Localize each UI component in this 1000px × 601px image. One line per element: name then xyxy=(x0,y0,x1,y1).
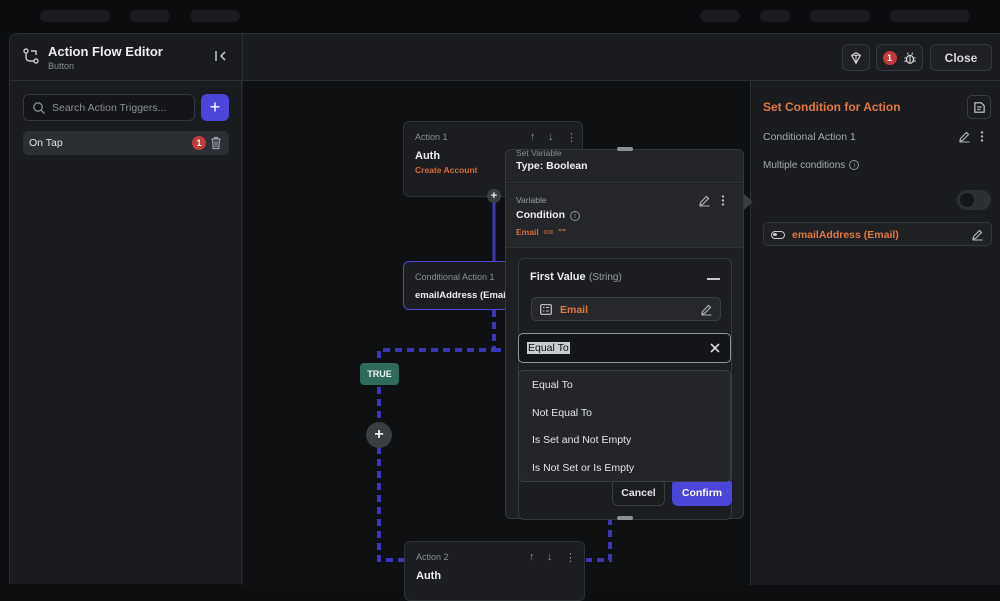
background-app-toolbar xyxy=(0,0,1000,33)
note-add-icon xyxy=(973,101,985,113)
operator-select[interactable]: Equal To xyxy=(518,333,731,363)
node-subtitle: Create Account xyxy=(415,165,478,175)
blurred-toolbar-item xyxy=(760,10,790,22)
popover-pointer xyxy=(744,194,753,210)
toggle-condition-icon xyxy=(771,231,785,239)
conditional-action-name: Conditional Action 1 xyxy=(763,131,856,143)
variable-title: Condition xyxy=(516,209,565,221)
theme-button[interactable] xyxy=(842,44,870,71)
more-vertical-icon[interactable]: ⋮ xyxy=(565,551,576,564)
move-down-icon[interactable]: ↓ xyxy=(547,551,553,563)
trigger-search xyxy=(23,94,195,121)
add-true-action-button[interactable]: + xyxy=(366,422,392,448)
first-value-field[interactable]: Email xyxy=(531,297,721,321)
editor-title: Action Flow Editor xyxy=(48,44,163,59)
info-icon: i xyxy=(849,160,860,171)
condition-chip[interactable]: emailAddress (Email) xyxy=(763,222,992,246)
edit-icon[interactable] xyxy=(971,228,984,241)
search-triggers-input[interactable] xyxy=(52,99,190,117)
blurred-toolbar-item xyxy=(190,10,240,22)
edit-icon[interactable] xyxy=(958,130,971,143)
move-down-icon[interactable]: ↓ xyxy=(548,131,554,143)
true-branch-label: TRUE xyxy=(360,363,399,385)
edit-icon[interactable] xyxy=(700,303,713,316)
multiple-conditions-row: Multiple conditions i xyxy=(763,160,860,171)
first-value-title: First Value xyxy=(530,271,586,283)
condition-chip-label: emailAddress (Email) xyxy=(792,229,899,241)
operator-option[interactable]: Not Equal To xyxy=(532,407,592,419)
action-triggers-sidebar: + On Tap 1 xyxy=(10,81,242,585)
collapse-icon[interactable] xyxy=(707,278,720,280)
blurred-toolbar-item xyxy=(700,10,740,22)
move-up-icon[interactable]: ↑ xyxy=(529,551,535,563)
node-title: Auth xyxy=(416,570,442,582)
operator-option[interactable]: Is Set and Not Empty xyxy=(532,434,631,446)
condition-settings-panel: Set Condition for Action Conditional Act… xyxy=(750,81,1000,585)
variable-label: Variable xyxy=(516,195,547,205)
trigger-item-on-tap[interactable]: On Tap 1 xyxy=(23,131,229,155)
action-node-2[interactable]: Action 2 ↑ ↓ ⋮ Auth xyxy=(404,541,585,601)
debug-errors-button[interactable]: 1 xyxy=(876,44,923,71)
operator-dropdown: Equal To Not Equal To Is Set and Not Emp… xyxy=(518,370,731,482)
edit-icon[interactable] xyxy=(698,194,711,207)
resize-handle[interactable] xyxy=(617,516,633,520)
node-label: Action 2 xyxy=(416,552,449,562)
variable-type: Type: Boolean xyxy=(516,160,588,172)
trash-icon[interactable] xyxy=(210,136,222,150)
conditional-action-node[interactable]: Conditional Action 1 emailAddress (Email… xyxy=(403,261,513,310)
operator-option[interactable]: Is Not Set or Is Empty xyxy=(532,462,634,474)
node-label: Conditional Action 1 xyxy=(415,272,495,282)
blurred-toolbar-item xyxy=(890,10,970,22)
palette-icon xyxy=(850,51,862,65)
node-title: Auth xyxy=(415,150,441,162)
trigger-error-badge: 1 xyxy=(192,136,206,150)
variable-expression: Email == "" xyxy=(516,227,567,237)
multiple-conditions-label: Multiple conditions xyxy=(763,160,846,171)
add-trigger-button[interactable]: + xyxy=(201,94,229,121)
blurred-toolbar-item xyxy=(40,10,110,22)
editor-subtitle: Button xyxy=(48,61,75,71)
operator-option[interactable]: Equal To xyxy=(532,379,573,391)
editor-header: Action Flow Editor Button 1 Close xyxy=(10,34,1000,81)
info-icon: i xyxy=(570,211,580,221)
variable-section: Variable Condition i Email == "" xyxy=(506,184,743,248)
first-value-label: Email xyxy=(560,304,589,316)
cancel-button[interactable]: Cancel xyxy=(612,479,665,506)
first-value-type: (String) xyxy=(589,272,622,283)
form-field-icon xyxy=(540,304,552,315)
trigger-label: On Tap xyxy=(29,137,63,149)
toggle-knob xyxy=(960,193,974,207)
node-title: emailAddress (Email) xyxy=(415,290,512,301)
add-action-button[interactable]: + xyxy=(487,189,501,203)
set-variable-header: Set Variable Type: Boolean xyxy=(506,148,743,183)
collapse-sidebar-icon[interactable] xyxy=(213,48,229,64)
more-vertical-icon[interactable] xyxy=(979,130,985,143)
move-up-icon[interactable]: ↑ xyxy=(530,131,536,143)
operator-selected: Equal To xyxy=(527,342,570,354)
confirm-button[interactable]: Confirm xyxy=(672,479,732,506)
flow-icon xyxy=(23,48,39,64)
set-variable-label: Set Variable xyxy=(516,148,562,158)
panel-notes-button[interactable] xyxy=(967,95,991,119)
header-divider xyxy=(242,34,243,81)
resize-handle[interactable] xyxy=(617,147,633,151)
multiple-conditions-toggle[interactable] xyxy=(957,190,991,210)
panel-title: Set Condition for Action xyxy=(763,100,901,114)
bug-icon xyxy=(903,52,916,64)
search-icon xyxy=(33,102,45,114)
error-count-badge: 1 xyxy=(882,50,897,65)
more-vertical-icon[interactable]: ⋮ xyxy=(566,131,577,144)
close-button[interactable]: Close xyxy=(930,44,992,71)
more-vertical-icon[interactable] xyxy=(720,194,726,207)
blurred-toolbar-item xyxy=(130,10,170,22)
blurred-toolbar-item xyxy=(810,10,870,22)
close-icon[interactable] xyxy=(709,342,721,354)
node-label: Action 1 xyxy=(415,132,448,142)
